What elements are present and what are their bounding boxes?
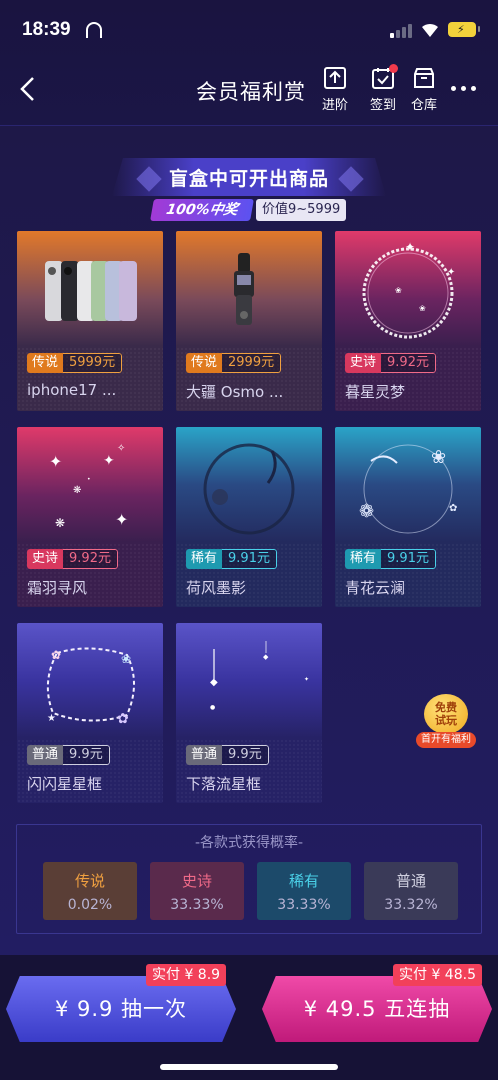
probability-legend: 传说 0.02% [43, 862, 137, 920]
probability-title: -各款式获得概率- [194, 835, 304, 851]
rarity-tag: 普通 9.9元 [27, 745, 110, 765]
warehouse-label: 仓库 [410, 98, 437, 113]
notification-dot [389, 64, 398, 73]
section-title: 盲盒中可开出商品 [168, 168, 329, 190]
rarity-tag: 稀有 9.91元 [186, 549, 277, 569]
svg-text:✿: ✿ [51, 648, 61, 662]
advance-button[interactable]: 进阶 [315, 64, 355, 113]
svg-text:✿: ✿ [117, 711, 129, 727]
svg-text:❋: ❋ [73, 485, 81, 496]
svg-text:❀: ❀ [431, 447, 446, 468]
prize-card[interactable]: 传说 2999元 大疆 Osmo ... [176, 231, 322, 411]
probability-rare: 稀有 33.33% [257, 862, 351, 920]
svg-text:•: • [87, 476, 91, 483]
draw-five-paid-badge: 实付 ¥ 48.5 [393, 964, 482, 986]
svg-text:❀: ❀ [419, 304, 426, 313]
prize-card[interactable]: ✿ ❀ ✿ ★ 普通 9.9元 闪闪星星框 [17, 623, 163, 803]
free-trial-tag: 首开有福利 [416, 732, 476, 748]
advance-label: 进阶 [321, 98, 348, 113]
warehouse-button[interactable]: 仓库 [404, 64, 444, 113]
rarity-tag: 史诗 9.92元 [345, 353, 436, 373]
svg-text:✦: ✦ [115, 510, 128, 529]
svg-text:★: ★ [47, 713, 56, 724]
rarity-tag: 史诗 9.92元 [27, 549, 118, 569]
svg-text:❋: ❋ [55, 516, 65, 530]
prize-card[interactable]: ✦ ✦ ❀ ❀ 史诗 9.92元 暮星灵梦 [335, 231, 481, 411]
prize-name: 闪闪星星框 [27, 775, 103, 793]
gimbal-camera-image [234, 253, 254, 325]
meteor-frame-image: ◆ ● ◆ ✦ [210, 641, 309, 711]
free-trial-button[interactable]: 免费 试玩 首开有福利 [416, 694, 476, 750]
prize-name: 荷风墨影 [186, 579, 247, 597]
svg-text:❀: ❀ [121, 652, 131, 666]
svg-text:✦: ✦ [405, 240, 415, 254]
rarity-tag: 普通 9.9元 [186, 745, 269, 765]
free-trial-coin: 免费 试玩 [424, 694, 468, 734]
svg-text:✿: ✿ [449, 503, 457, 514]
probability-normal: 普通 33.32% [364, 862, 458, 920]
prize-name: 下落流星框 [186, 775, 262, 793]
feather-sparkle-image: ✦ ✦ ✧ ❋ ❋ ✦ • [49, 443, 128, 530]
checkin-label: 签到 [369, 98, 396, 113]
checkin-button[interactable]: 签到 [363, 64, 403, 113]
status-bar: 18:39 ⚡ [0, 0, 498, 62]
draw-once-paid-badge: 实付 ¥ 8.9 [146, 964, 227, 986]
svg-text:✧: ✧ [117, 443, 125, 454]
upload-icon [324, 67, 346, 89]
prize-card[interactable]: ❀ ❁ ✿ 稀有 9.91元 青花云澜 [335, 427, 481, 607]
prize-card[interactable]: ◆ ● ◆ ✦ 普通 9.9元 下落流星框 [176, 623, 322, 803]
star-frame-image: ✿ ❀ ✿ ★ [46, 647, 135, 727]
rarity-tag: 传说 5999元 [27, 353, 123, 373]
svg-text:✦: ✦ [49, 452, 62, 471]
prize-card[interactable]: 稀有 9.91元 荷风墨影 [176, 427, 322, 607]
svg-text:◆: ◆ [210, 677, 218, 688]
svg-text:✦: ✦ [304, 676, 309, 683]
prize-name: 霜羽寻风 [27, 579, 88, 597]
status-time: 18:39 [22, 19, 71, 40]
prize-card[interactable]: 传说 5999元 iphone17 ... [17, 231, 163, 411]
prize-name: 青花云澜 [345, 579, 406, 597]
signal-icon [390, 22, 412, 38]
home-indicator [160, 1064, 338, 1070]
win-badge: 100%中奖 [150, 199, 254, 221]
more-icon[interactable] [451, 84, 479, 92]
prize-name: 大疆 Osmo ... [186, 383, 284, 401]
prize-card[interactable]: ✦ ✦ ✧ ❋ ❋ ✦ • 史诗 9.92元 霜羽寻风 [17, 427, 163, 607]
value-range-badge: 价值9~5999 [256, 199, 347, 221]
prize-name: 暮星灵梦 [345, 383, 406, 401]
page-title: 会员福利赏 [196, 80, 306, 104]
svg-text:✦: ✦ [447, 267, 455, 278]
svg-text:❀: ❀ [395, 286, 402, 295]
svg-text:✦: ✦ [103, 453, 115, 469]
sparkle-ring-image: ✦ ✦ ❀ ❀ [362, 240, 455, 339]
ink-lotus-frame-image [203, 443, 295, 535]
svg-text:❁: ❁ [359, 501, 374, 522]
probability-epic: 史诗 33.33% [150, 862, 244, 920]
svg-text:●: ● [210, 704, 215, 711]
wifi-icon [422, 23, 438, 37]
svg-text:◆: ◆ [263, 653, 269, 661]
headphone-icon [86, 22, 102, 38]
battery-icon: ⚡ [448, 22, 480, 37]
rarity-tag: 稀有 9.91元 [345, 549, 436, 569]
iphone-image [45, 261, 137, 321]
rarity-tag: 传说 2999元 [186, 353, 282, 373]
prize-name: iphone17 ... [27, 381, 117, 399]
back-icon[interactable] [14, 74, 44, 104]
box-icon [414, 68, 434, 88]
nav-bar: 会员福利赏 进阶 签到 仓库 [0, 62, 498, 120]
blue-flower-frame-image: ❀ ❁ ✿ [359, 444, 457, 534]
